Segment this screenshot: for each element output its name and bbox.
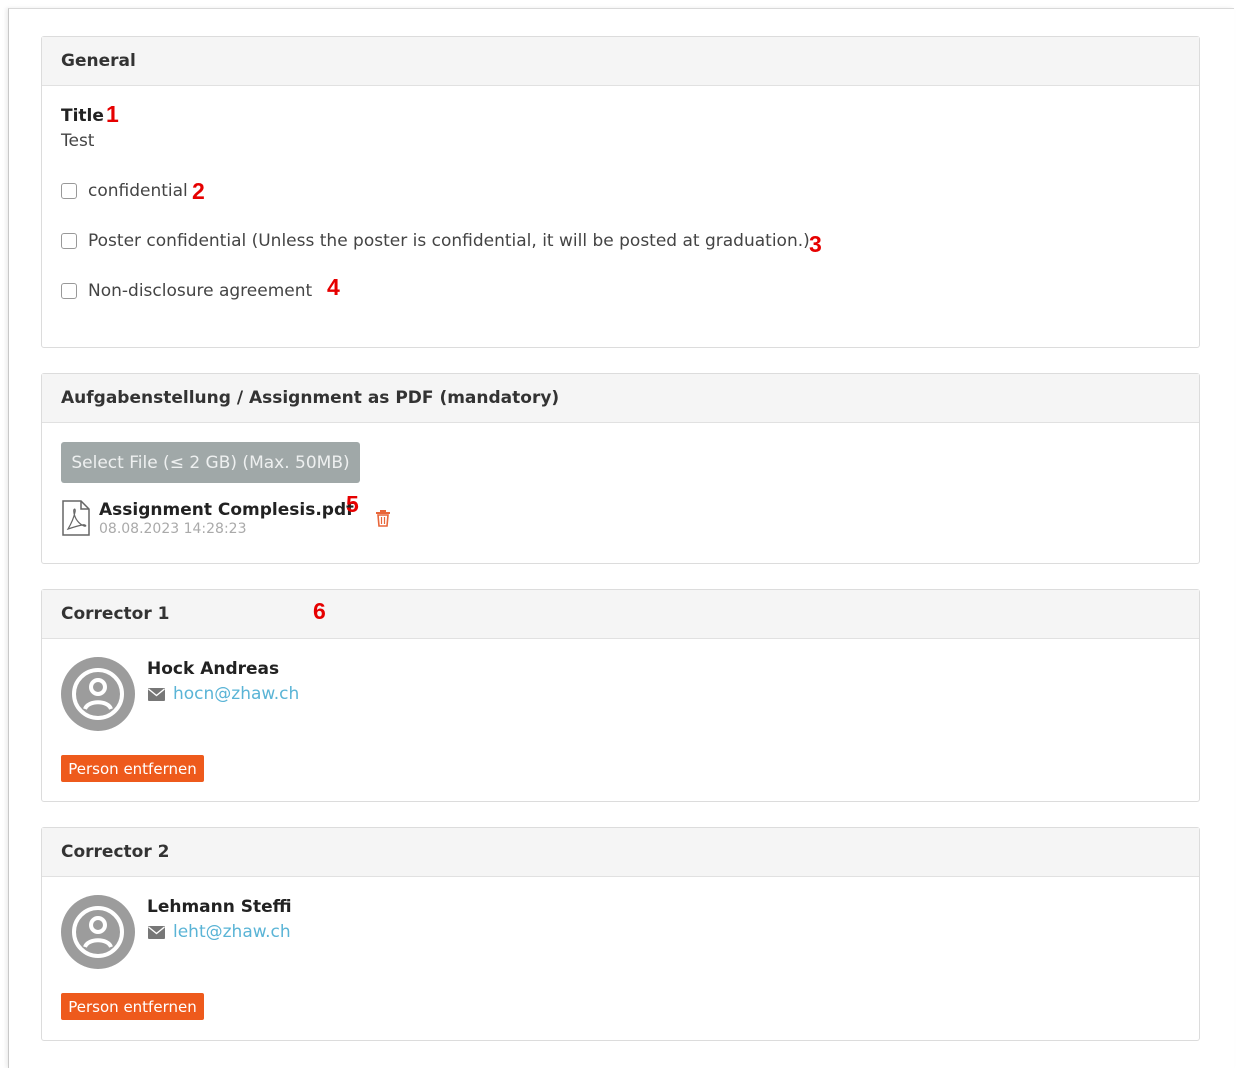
corrector-2-heading: Corrector 2 xyxy=(42,828,1199,877)
file-name[interactable]: Assignment Complesis.pdf xyxy=(99,500,354,520)
corrector-1-name: Hock Andreas xyxy=(147,659,280,679)
annotation-3: 3 xyxy=(809,231,822,257)
file-info: Assignment Complesis.pdf 08.08.2023 14:2… xyxy=(99,500,354,538)
general-heading: General xyxy=(42,37,1199,86)
annotation-1: 1 xyxy=(106,101,119,127)
corrector-2-panel: Corrector 2 Lehmann Steffi leht@zhaw.ch … xyxy=(41,827,1200,1041)
annotation-4: 4 xyxy=(327,274,340,300)
corrector-1-heading: Corrector 1 xyxy=(42,590,1199,639)
corrector-2-name: Lehmann Steffi xyxy=(147,897,292,917)
poster-confidential-checkbox[interactable] xyxy=(61,233,77,249)
nda-checkbox-row[interactable]: Non-disclosure agreement xyxy=(61,281,312,301)
avatar xyxy=(61,895,135,969)
trash-icon[interactable] xyxy=(375,509,391,527)
title-label: Title xyxy=(61,106,104,126)
corrector-1-email-row: hocn@zhaw.ch xyxy=(148,684,299,704)
corrector-1-email-link[interactable]: hocn@zhaw.ch xyxy=(173,684,299,704)
poster-confidential-label: Poster confidential (Unless the poster i… xyxy=(88,231,810,251)
poster-confidential-checkbox-row[interactable]: Poster confidential (Unless the poster i… xyxy=(61,231,810,251)
annotation-5: 5 xyxy=(346,491,359,517)
corrector-2-email-row: leht@zhaw.ch xyxy=(148,922,291,942)
envelope-icon xyxy=(148,925,165,939)
nda-label: Non-disclosure agreement xyxy=(88,281,313,301)
general-panel: General Title 1 Test confidential 2 Post… xyxy=(41,36,1200,348)
remove-corrector-2-button[interactable]: Person entfernen xyxy=(61,993,204,1020)
select-file-button[interactable]: Select File (≤ 2 GB) (Max. 50MB) xyxy=(61,442,360,483)
pdf-file-icon xyxy=(62,500,90,536)
file-date: 08.08.2023 14:28:23 xyxy=(99,521,247,537)
confidential-checkbox[interactable] xyxy=(61,183,77,199)
corrector-1-panel: Corrector 1 6 Hock Andreas hocn@zhaw.ch … xyxy=(41,589,1200,802)
avatar xyxy=(61,657,135,731)
remove-corrector-1-button[interactable]: Person entfernen xyxy=(61,755,204,782)
annotation-2: 2 xyxy=(192,178,205,204)
confidential-checkbox-row[interactable]: confidential xyxy=(61,181,188,201)
annotation-6: 6 xyxy=(313,598,326,624)
assignment-panel: Aufgabenstellung / Assignment as PDF (ma… xyxy=(41,373,1200,564)
envelope-icon xyxy=(148,687,165,701)
title-value: Test xyxy=(61,131,95,151)
corrector-2-email-link[interactable]: leht@zhaw.ch xyxy=(173,922,291,942)
uploaded-file[interactable]: Assignment Complesis.pdf 08.08.2023 14:2… xyxy=(61,500,354,538)
nda-checkbox[interactable] xyxy=(61,283,77,299)
confidential-label: confidential xyxy=(88,181,188,201)
assignment-heading: Aufgabenstellung / Assignment as PDF (ma… xyxy=(42,374,1199,423)
